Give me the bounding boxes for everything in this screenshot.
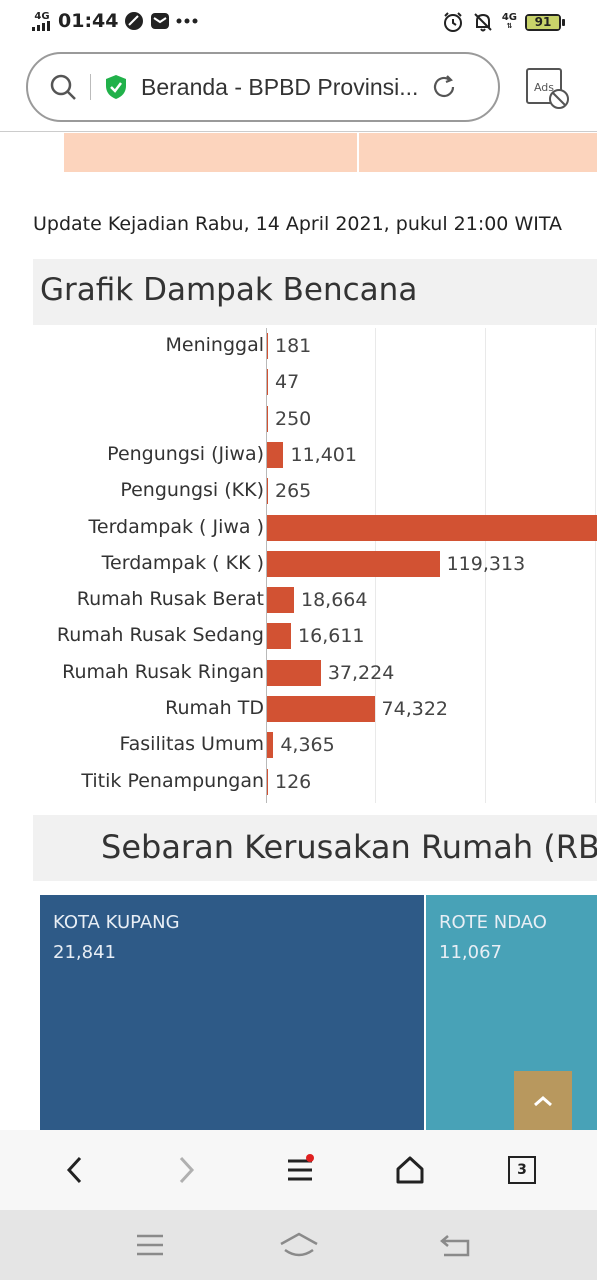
forward-button[interactable] (166, 1150, 206, 1190)
value-label: 11,401 (290, 443, 357, 466)
tile-value: 11,067 (439, 942, 502, 963)
battery-indicator: 91 (525, 13, 565, 31)
tile-name: ROTE NDAO (439, 912, 547, 933)
category-label: Fasilitas Umum (119, 733, 264, 756)
tile-value: 21,841 (53, 942, 116, 963)
category-label: Meninggal (165, 334, 265, 356)
address-bar[interactable]: Beranda - BPBD Provinsi... (26, 52, 500, 122)
category-label: Pengungsi (KK) (120, 479, 264, 502)
category-label: Terdampak ( Jiwa ) (88, 515, 264, 538)
bar[interactable] (267, 659, 321, 686)
treemap-title-band: Sebaran Kerusakan Rumah (RB, (33, 815, 597, 881)
bar[interactable] (267, 441, 284, 468)
value-label: 181 (275, 335, 312, 357)
value-label: 37,224 (327, 661, 395, 684)
data-arrows: ⇅ (506, 22, 513, 30)
clock: 01:44 (58, 10, 119, 32)
more-notifications-icon (176, 18, 198, 24)
bar[interactable] (267, 696, 375, 722)
browser-toolbar: Beranda - BPBD Provinsi... Ads (0, 44, 597, 132)
category-label: Terdampak ( KK ) (101, 551, 264, 574)
back-button[interactable] (55, 1150, 95, 1190)
network-type-right: 4G (501, 12, 517, 23)
address-divider (90, 74, 91, 100)
browser-bottom-bar: 3 (0, 1130, 597, 1210)
bar[interactable] (267, 587, 294, 614)
bar[interactable] (267, 514, 597, 541)
home-button[interactable] (390, 1150, 430, 1190)
tab-count: 3 (508, 1156, 536, 1184)
signal-bars-icon (32, 20, 50, 31)
battery-cap (562, 18, 565, 26)
search-icon[interactable] (48, 72, 78, 102)
grid-line (595, 328, 596, 803)
alarm-icon (443, 12, 462, 32)
status-left: 4G 01:44 (32, 10, 198, 32)
bar[interactable] (267, 768, 268, 795)
chevron-left-icon (66, 1156, 82, 1184)
ads-label: Ads (534, 81, 554, 94)
system-back-icon[interactable] (436, 1228, 476, 1262)
value-label: 74,322 (381, 698, 448, 720)
status-right: 4G ⇅ 91 (442, 11, 565, 33)
peach-block-right (359, 133, 597, 172)
network-icon: 4G (32, 10, 52, 31)
tile-name: KOTA KUPANG (53, 912, 180, 933)
value-label: 119,313 (446, 552, 526, 575)
bar[interactable] (267, 405, 268, 432)
value-label: 126 (275, 770, 312, 793)
category-label: Titik Penampungan (81, 769, 264, 792)
leaf-app-icon (125, 12, 144, 30)
bar[interactable] (267, 369, 268, 396)
system-navigation-bar (0, 1210, 597, 1280)
network-icon-right: 4G ⇅ (502, 13, 517, 31)
menu-button[interactable] (280, 1150, 320, 1190)
peach-block-left (64, 133, 357, 172)
category-label: Rumah Rusak Ringan (62, 660, 264, 683)
value-label: 47 (275, 371, 300, 394)
recent-apps-icon[interactable] (130, 1228, 170, 1262)
category-label: Pengungsi (Jiwa) (107, 442, 264, 465)
secure-shield-icon[interactable] (103, 74, 129, 100)
battery-level: 91 (527, 15, 559, 29)
chart-title: Grafik Dampak Bencana (40, 272, 418, 308)
value-label: 4,365 (280, 734, 335, 757)
value-label: 265 (275, 480, 312, 503)
home-icon (396, 1156, 424, 1184)
network-type: 4G (34, 10, 50, 22)
bar[interactable] (267, 550, 440, 577)
bar[interactable] (267, 732, 274, 759)
chevron-right-icon (179, 1156, 195, 1184)
treemap-tile-kota-kupang[interactable]: KOTA KUPANG 21,841 (40, 895, 424, 1130)
mail-icon (151, 13, 170, 29)
bar[interactable] (267, 333, 268, 359)
category-label: Rumah TD (165, 697, 264, 719)
category-label: Rumah Rusak Sedang (56, 624, 264, 647)
notification-dot (306, 1154, 314, 1162)
status-bar: 4G 01:44 4G ⇅ 91 (0, 0, 597, 44)
chevron-up-icon (534, 1095, 552, 1106)
category-label: Rumah Rusak Berat (76, 588, 264, 611)
ad-block-button[interactable]: Ads (524, 66, 572, 112)
mute-bell-icon (474, 13, 492, 32)
value-label: 250 (275, 407, 312, 430)
tabs-button[interactable]: 3 (502, 1150, 542, 1190)
value-label: 18,664 (301, 589, 368, 612)
system-home-icon[interactable] (279, 1228, 319, 1262)
reload-icon[interactable] (430, 73, 458, 101)
page-content: Update Kejadian Rabu, 14 April 2021, puk… (0, 133, 597, 1130)
treemap-title: Sebaran Kerusakan Rumah (RB, (101, 828, 597, 866)
value-label: 16,611 (298, 625, 365, 648)
bar[interactable] (267, 478, 268, 505)
url-text[interactable]: Beranda - BPBD Provinsi... (141, 74, 426, 101)
chart-title-band: Grafik Dampak Bencana (33, 259, 597, 325)
update-text: Update Kejadian Rabu, 14 April 2021, puk… (33, 213, 562, 235)
battery-icon: 91 (525, 13, 561, 31)
scroll-to-top-button[interactable] (514, 1071, 572, 1130)
impact-bar-chart: Meninggal 181 47 250 Pengungsi (Jiwa) 11,401 P… (33, 328, 597, 803)
bar[interactable] (267, 623, 292, 650)
